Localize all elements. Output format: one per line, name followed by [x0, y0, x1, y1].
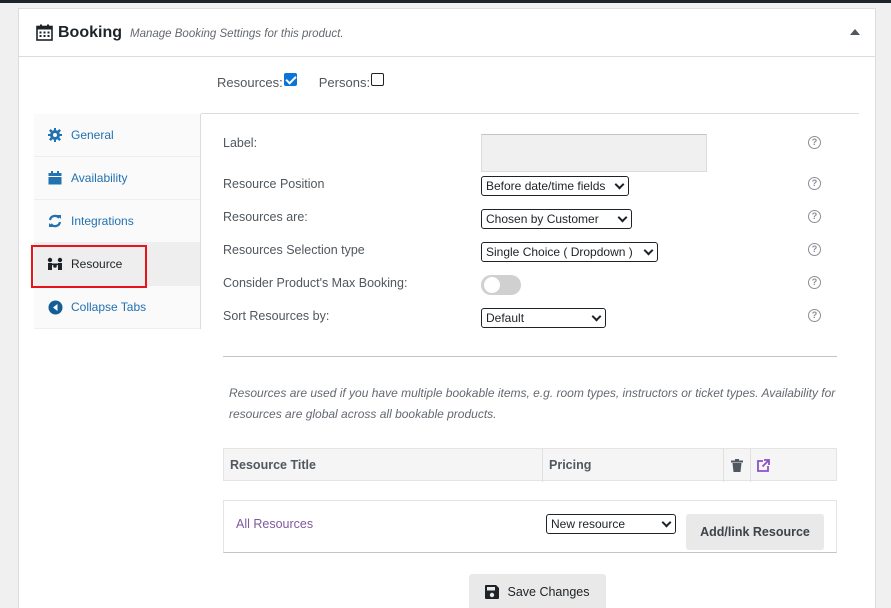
tab-general[interactable]: General — [34, 114, 200, 157]
tab-integrations[interactable]: Integrations — [34, 200, 200, 243]
max-booking-label: Consider Product's Max Booking: — [223, 276, 408, 290]
help-icon[interactable]: ? — [808, 309, 821, 322]
help-icon[interactable]: ? — [808, 136, 821, 149]
tab-collapse-label: Collapse Tabs — [71, 300, 147, 314]
sort-by-value: Default — [486, 311, 525, 325]
chevron-down-icon — [591, 311, 602, 322]
save-icon — [485, 585, 500, 599]
sort-by-select[interactable]: Default — [481, 308, 606, 328]
selection-type-label: Resources Selection type — [223, 243, 365, 257]
sync-icon — [46, 213, 64, 229]
tab-resource[interactable]: Resource — [34, 243, 200, 286]
tab-resource-label: Resource — [71, 257, 123, 271]
external-link-icon[interactable] — [750, 449, 776, 482]
gear-icon — [46, 127, 64, 143]
add-resource-row: All Resources New resource Add/link Reso… — [223, 500, 837, 553]
resource-position-label: Resource Position — [223, 177, 325, 191]
resources-are-select[interactable]: Chosen by Customer — [481, 209, 632, 229]
chevron-down-icon — [614, 179, 625, 190]
panel-header[interactable]: Booking Manage Booking Settings for this… — [19, 9, 875, 57]
product-options: Resources: Persons: — [217, 73, 406, 90]
panel-description: Manage Booking Settings for this product… — [130, 27, 344, 40]
resource-position-value: Before date/time fields — [486, 179, 606, 193]
help-icon[interactable]: ? — [808, 243, 821, 256]
resources-note: Resources are used if you have multiple … — [229, 386, 836, 421]
save-changes-label: Save Changes — [507, 585, 590, 599]
new-resource-select[interactable]: New resource — [546, 514, 676, 534]
calendar-icon — [36, 24, 53, 41]
tab-collapse[interactable]: Collapse Tabs — [34, 286, 200, 329]
resources-table-header: Resource Title Pricing — [223, 448, 837, 482]
selection-type-value: Single Choice ( Dropdown ) — [486, 245, 633, 259]
booking-panel: Booking Manage Booking Settings for this… — [18, 8, 876, 608]
help-icon[interactable]: ? — [808, 276, 821, 289]
chevron-down-icon — [661, 517, 672, 528]
people-icon — [46, 256, 64, 272]
calendar-icon — [46, 170, 64, 186]
label-input[interactable] — [481, 134, 707, 172]
tab-availability-label: Availability — [71, 171, 128, 185]
chevron-down-icon — [643, 245, 654, 256]
settings-tabs: General Availability Integrations Resour… — [34, 114, 201, 329]
tab-integrations-label: Integrations — [71, 214, 134, 228]
resources-are-value: Chosen by Customer — [486, 212, 599, 226]
panel-title: Booking — [58, 23, 122, 41]
help-icon[interactable]: ? — [808, 177, 821, 190]
persons-checkbox[interactable] — [371, 73, 385, 86]
all-resources-link[interactable]: All Resources — [236, 517, 313, 531]
help-icon[interactable]: ? — [808, 210, 821, 223]
resources-option-label: Resources: — [217, 75, 283, 90]
resources-option[interactable]: Resources: — [217, 73, 297, 90]
divider — [201, 113, 859, 114]
tab-availability[interactable]: Availability — [34, 157, 200, 200]
toggle-knob — [484, 277, 500, 293]
chevron-down-icon — [617, 212, 628, 223]
resource-position-select[interactable]: Before date/time fields — [481, 176, 629, 196]
label-field-label: Label: — [223, 136, 258, 150]
tab-general-label: General — [71, 128, 114, 142]
collapse-arrow-icon[interactable] — [850, 29, 860, 35]
add-link-resource-button[interactable]: Add/link Resource — [686, 514, 824, 550]
col-pricing: Pricing — [542, 449, 591, 482]
max-booking-toggle[interactable] — [481, 275, 521, 295]
top-border — [0, 0, 891, 3]
divider — [223, 356, 837, 357]
resources-are-label: Resources are: — [223, 210, 308, 224]
col-resource-title: Resource Title — [230, 458, 316, 472]
trash-icon[interactable] — [723, 449, 749, 482]
persons-option-label: Persons: — [318, 75, 371, 90]
selection-type-select[interactable]: Single Choice ( Dropdown ) — [481, 242, 658, 262]
persons-option[interactable]: Persons: — [318, 73, 385, 90]
new-resource-value: New resource — [551, 517, 626, 531]
save-changes-button[interactable]: Save Changes — [469, 574, 606, 608]
resources-checkbox[interactable] — [283, 73, 297, 86]
sort-by-label: Sort Resources by: — [223, 309, 330, 323]
collapse-arrow-icon — [46, 299, 64, 315]
